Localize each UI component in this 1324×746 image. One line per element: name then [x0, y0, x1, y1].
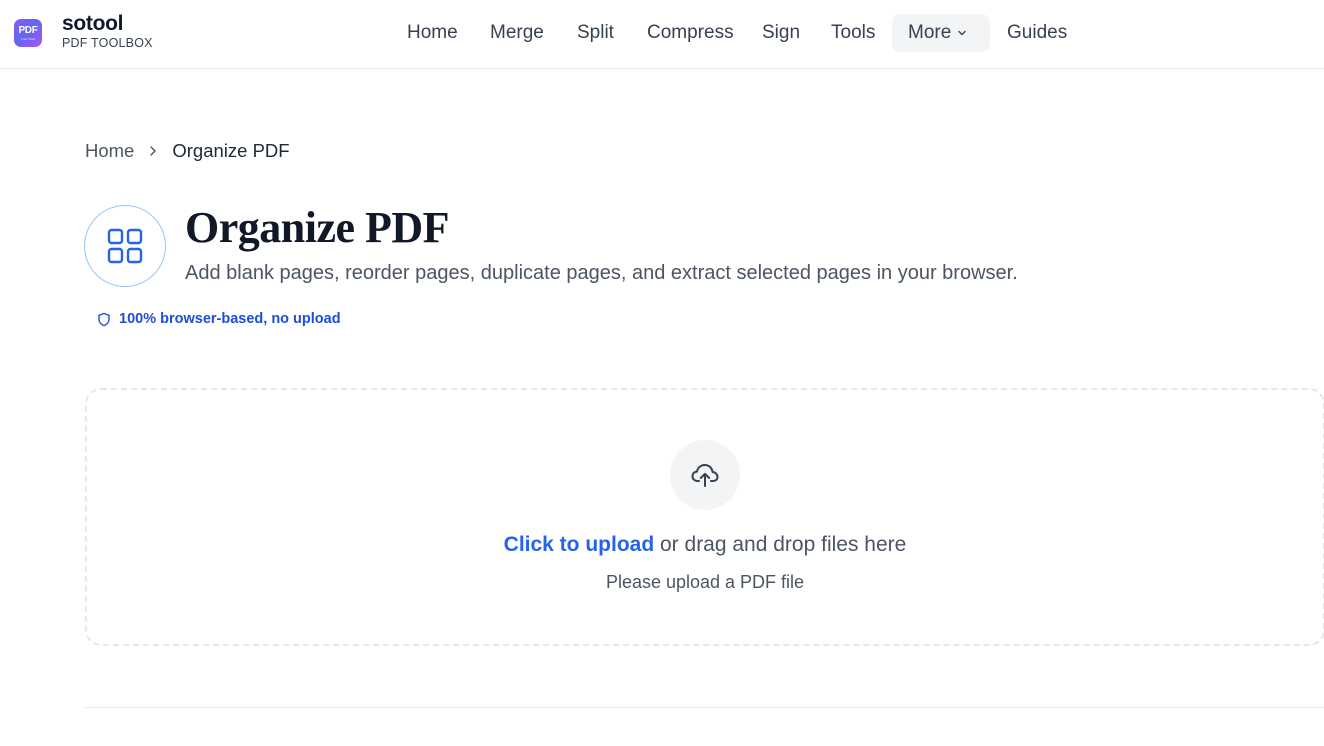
chevron-right-icon: [150, 146, 157, 156]
upload-hint: Please upload a PDF file: [605, 572, 805, 592]
chevron-down-icon: [958, 30, 966, 36]
cloud-upload-icon: [691, 464, 719, 487]
nav-split[interactable]: Split: [577, 14, 614, 52]
section-divider: [85, 707, 1324, 708]
upload-instruction: Click to upload or drag and drop files h…: [0, 531, 1324, 559]
breadcrumb: Home Organize PDF: [85, 139, 290, 163]
nav-sign[interactable]: Sign: [762, 14, 800, 52]
nav-merge[interactable]: Merge: [490, 14, 544, 52]
shield-icon: [98, 312, 110, 326]
nav-guides[interactable]: Guides: [1007, 14, 1067, 52]
main-nav: Home Merge Split Compress Sign Tools Mor…: [0, 14, 1324, 52]
upload-dropzone[interactable]: [85, 388, 1324, 646]
nav-home[interactable]: Home: [407, 14, 458, 52]
site-header: PDF Free Tools sotool PDF TOOLBOX Home M…: [0, 0, 1324, 69]
upload-button[interactable]: [670, 440, 740, 510]
tool-icon-circle: [84, 205, 166, 287]
privacy-badge-text: 100% browser-based, no upload: [119, 311, 341, 327]
page-title: Organize PDF: [185, 203, 450, 252]
nav-more-button[interactable]: More: [892, 14, 990, 52]
privacy-badge: 100% browser-based, no upload: [97, 311, 341, 327]
nav-compress[interactable]: Compress: [647, 14, 734, 52]
grid-icon: [107, 228, 143, 264]
page-description: Add blank pages, reorder pages, duplicat…: [185, 262, 1018, 284]
breadcrumb-home[interactable]: Home: [85, 140, 134, 162]
nav-tools[interactable]: Tools: [831, 14, 875, 52]
click-to-upload-link[interactable]: Click to upload: [504, 533, 655, 556]
upload-instruction-rest: or drag and drop files here: [654, 533, 907, 556]
nav-more-label: More: [908, 22, 952, 43]
breadcrumb-current: Organize PDF: [172, 140, 290, 161]
